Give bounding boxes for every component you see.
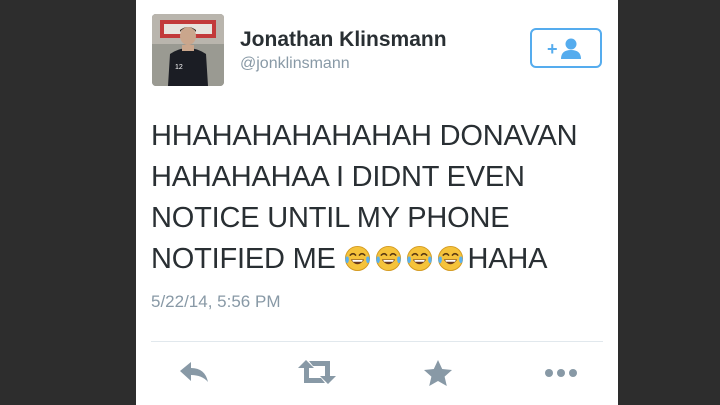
avatar-photo: 12 — [152, 14, 224, 86]
tears-of-joy-emoji — [437, 245, 464, 272]
retweet-button[interactable] — [296, 358, 336, 390]
tweet-card: 12 Jonathan Klinsmann @jonklinsmann + HH… — [136, 0, 618, 405]
actions-divider — [151, 341, 603, 342]
tweet-text: HHAHAHAHAHAHAH DONAVAN HAHAHAHAA I DIDNT… — [151, 116, 611, 280]
tweet-line: HHAHAHAHAHAHAH DONAVAN — [151, 120, 578, 152]
more-button[interactable] — [541, 358, 581, 390]
follow-button[interactable]: + — [530, 28, 602, 68]
screen-name[interactable]: @jonklinsmann — [240, 55, 350, 73]
tears-of-joy-emoji — [375, 245, 402, 272]
favorite-button[interactable] — [418, 358, 458, 390]
tweet-timestamp[interactable]: 5/22/14, 5:56 PM — [151, 292, 280, 312]
tweet-last-line: NOTIFIED ME HAHA — [151, 239, 611, 280]
more-icon — [545, 369, 577, 377]
letterbox-background: 12 Jonathan Klinsmann @jonklinsmann + HH… — [0, 0, 720, 405]
tweet-line: NOTIFIED ME — [151, 243, 336, 275]
tweet-line: HAHAHAHAA I DIDNT EVEN — [151, 161, 525, 193]
tweet-line: NOTICE UNTIL MY PHONE — [151, 202, 510, 234]
reply-button[interactable] — [174, 358, 214, 390]
reply-icon — [180, 362, 208, 382]
follow-button-label: + — [547, 39, 558, 59]
tears-of-joy-emoji — [344, 245, 371, 272]
retweet-icon — [298, 360, 336, 384]
display-name[interactable]: Jonathan Klinsmann — [240, 28, 447, 52]
jersey-number: 12 — [175, 64, 183, 71]
emoji-row — [344, 243, 468, 275]
star-icon — [424, 360, 452, 386]
profile-avatar[interactable]: 12 — [152, 14, 224, 86]
add-user-icon: + — [547, 38, 581, 59]
tweet-trailing-text: HAHA — [467, 243, 548, 275]
tears-of-joy-emoji — [406, 245, 433, 272]
